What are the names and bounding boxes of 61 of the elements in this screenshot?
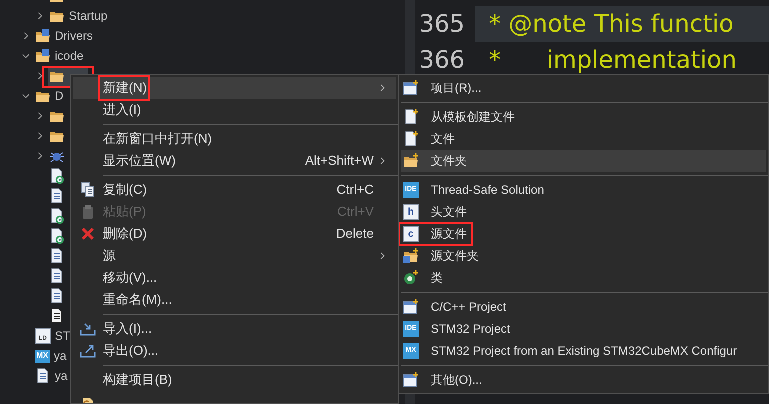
file-gear-icon — [49, 168, 65, 184]
menu-item[interactable]: 显示位置(W) Alt+Shift+W — [73, 150, 396, 172]
clipboard-icon — [80, 204, 96, 220]
tree-item[interactable]: icode — [34, 46, 85, 66]
shortcut-text: Alt+Shift+W — [305, 152, 374, 170]
tree-item[interactable]: MX ya — [34, 346, 68, 366]
new-file-icon — [403, 131, 419, 147]
file-icon — [49, 268, 65, 284]
menu-item[interactable]: 源 — [73, 245, 396, 267]
shortcut-text: Ctrl+V — [338, 203, 374, 222]
export-icon — [80, 343, 96, 359]
file-icon — [49, 288, 65, 304]
file-icon — [49, 248, 65, 264]
menu-item[interactable]: 重命名(M)... — [73, 289, 396, 311]
tree-item[interactable]: D — [34, 86, 65, 106]
menu-item[interactable]: 源文件夹 — [401, 245, 766, 267]
menu-item[interactable]: 构建项目(B) — [73, 369, 396, 391]
new-source-file-icon: c — [403, 226, 419, 242]
menu-item[interactable]: 移动(V)... — [73, 267, 396, 289]
menu-item[interactable]: C/C++ Project — [401, 296, 766, 318]
new-project-icon — [403, 80, 419, 96]
import-icon — [80, 321, 96, 337]
code-line: * implementation — [488, 45, 738, 76]
shortcut-text: Ctrl+C — [336, 181, 374, 200]
folder-icon — [35, 48, 51, 64]
folder-icon — [35, 28, 51, 44]
file-icon — [49, 188, 65, 204]
menu-item[interactable]: 导出(O)... — [73, 340, 396, 362]
file-gear-icon — [49, 228, 65, 244]
new-project-icon — [403, 299, 419, 315]
tree-item[interactable]: Drivers — [34, 26, 94, 46]
menu-item[interactable]: 删除(D) Delete — [73, 223, 396, 245]
tree-item[interactable]: ya — [34, 366, 69, 386]
new-source-folder-icon — [403, 248, 419, 264]
line-number: 365 — [418, 9, 466, 40]
menu-item[interactable]: 文件夹 — [401, 150, 766, 172]
file-gear-icon — [49, 208, 65, 224]
copy-icon — [80, 182, 96, 198]
menu-item[interactable]: 导入(I)... — [73, 318, 396, 340]
new-project-icon — [403, 372, 419, 388]
shortcut-text: Delete — [336, 225, 374, 244]
menu-item[interactable]: 复制(C) Ctrl+C — [73, 179, 396, 201]
delete-icon — [80, 226, 96, 242]
menu-item[interactable]: 在新窗口中打开(N) — [73, 128, 396, 150]
menu-item[interactable]: 类 — [401, 267, 766, 289]
mx-badge-icon: MX — [35, 350, 50, 362]
new-file-icon — [403, 109, 419, 125]
menu-item[interactable]: 文件 — [401, 128, 766, 150]
menu-item[interactable]: c 源文件 — [401, 223, 766, 245]
menu-item[interactable]: 项目(R)... — [401, 77, 766, 99]
new-source-file-icon: h — [403, 204, 419, 220]
new-folder-icon — [403, 153, 419, 169]
new-class-icon — [403, 270, 419, 286]
menu-item[interactable]: 进入(I) — [73, 99, 396, 121]
menu-item[interactable]: 其他(O)... — [401, 369, 766, 391]
menu-item[interactable]: 从模板创建文件 — [401, 106, 766, 128]
file-icon — [35, 368, 51, 384]
menu-item[interactable]: h 头文件 — [401, 201, 766, 223]
menu-item[interactable]: 新建(N) — [73, 77, 396, 99]
tree-item[interactable]: Startup — [48, 6, 109, 26]
line-number: 366 — [418, 45, 466, 76]
